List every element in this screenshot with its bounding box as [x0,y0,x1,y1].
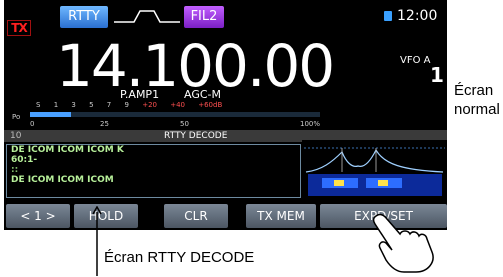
po-label: Po [12,113,21,121]
s-scale-tick: +60dB [198,101,223,109]
po-scale-tick: 0 [30,120,35,128]
filter-shape-icon [114,10,180,23]
audio-scope [302,140,447,198]
s-scale-tick: +20 [142,101,157,109]
s-meter-scale: S 1 3 5 7 9 +20 +40 +60dB [36,101,222,109]
hold-button[interactable]: HOLD [74,204,138,228]
s-scale-tick: 9 [124,101,129,109]
decode-bar-number: 10 [10,131,22,141]
decode-line: 60:1- [11,155,38,165]
sd-card-icon [384,11,392,21]
decode-bar-title: RTTY DECODE [164,131,228,141]
po-scale-tick: 25 [100,120,109,128]
tx-indicator: TX [7,20,31,36]
s-scale-tick: 3 [71,101,76,109]
s-scale-tick: 5 [89,101,94,109]
caption-normal-line2: normal [454,101,500,118]
po-scale-tick: 100% [300,120,321,128]
tx-mem-button[interactable]: TX MEM [246,204,316,228]
meter-bar [30,112,320,117]
frequency-readout[interactable]: 14.100.00 [56,36,335,96]
caption-normal-line1: Écran [454,82,494,99]
pointer-arrow-icon [92,206,102,276]
clock: 12:00 [397,8,438,24]
s-scale-tick: +40 [170,101,185,109]
mode-button[interactable]: RTTY [60,6,108,28]
agc-status: AGC-M [184,88,221,101]
clear-button[interactable]: CLR [164,204,228,228]
filter-button[interactable]: FIL2 [184,6,224,28]
decode-text-area: DE ICOM ICOM ICOM K 60:1- :: DE ICOM ICO… [6,144,301,198]
page-button[interactable]: < 1 > [6,204,70,228]
vfo-number: 1 [430,63,444,87]
meter-fill [30,112,71,117]
preamp-status: P.AMP1 [120,88,160,101]
s-scale-tick: 1 [53,101,59,109]
decode-line: :: [11,165,19,175]
transceiver-screen: TX RTTY FIL2 12:00 14.100.00 VFO A 1 P.A… [4,0,447,230]
decode-line: DE ICOM ICOM ICOM [11,175,114,185]
s-scale-tick: 7 [106,101,112,109]
pointing-hand-icon [372,213,434,273]
vfo-label: VFO A [400,55,431,66]
s-scale-label: S [36,101,41,109]
po-scale-tick: 50 [180,120,189,128]
decode-line: DE ICOM ICOM ICOM K [11,145,124,155]
caption-decode-screen: Écran RTTY DECODE [104,249,255,266]
